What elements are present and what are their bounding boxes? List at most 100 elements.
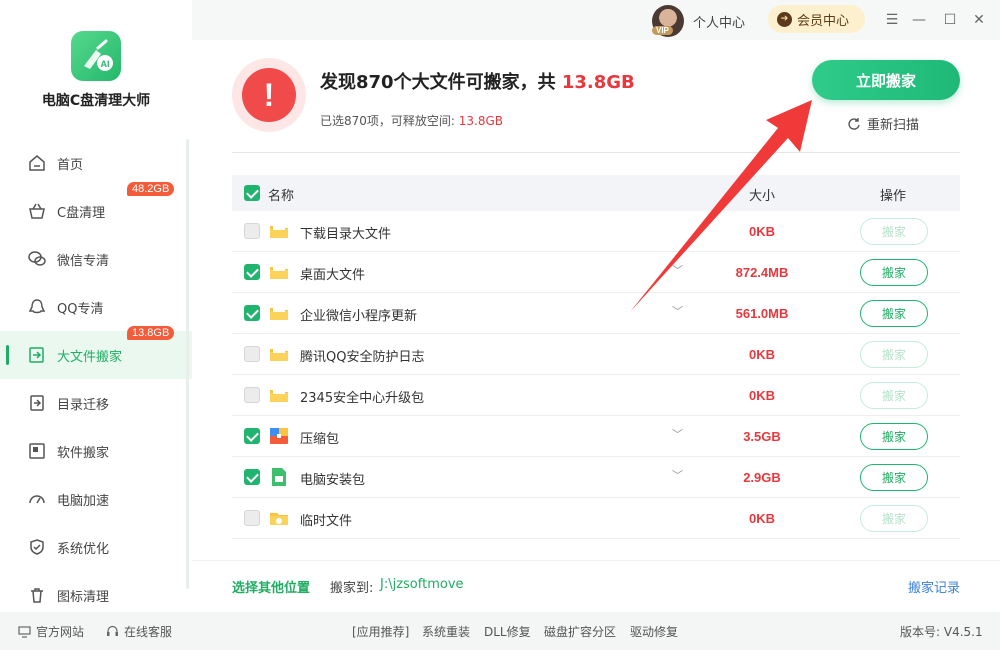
online-support-link[interactable]: 在线客服 [106,623,172,640]
row-move-button[interactable]: 搬家 [860,382,928,409]
table-row: 临时文件 0KB 搬家 [232,498,960,539]
row-move-button[interactable]: 搬家 [860,341,928,368]
arrow-right-icon: ➔ [777,11,792,27]
member-center-label: 会员中心 [797,13,850,29]
table-row: 企业微信小程序更新 ﹀ 561.0MB 搬家 [232,293,960,334]
row-move-button[interactable]: 搬家 [860,423,928,450]
choose-location-link[interactable]: 选择其他位置 [232,577,310,596]
folder-migrate-icon [26,392,48,414]
temp-folder-icon [268,507,290,529]
destination-path[interactable]: J:\jzsoftmove [380,577,464,592]
sidebar-item-label: 软件搬家 [57,445,110,461]
minimize-icon[interactable]: — [909,10,929,30]
sidebar-item-c-clean[interactable]: C盘清理 48.2GB [0,182,192,235]
software-move-icon [26,440,48,462]
row-name: 2345安全中心升级包 [300,391,425,406]
member-center-button[interactable]: ➔ 会员中心 [768,5,865,33]
sidebar-item-speedup[interactable]: 电脑加速 [0,475,192,523]
driver-repair-link[interactable]: 驱动修复 [630,623,678,640]
disk-expand-link[interactable]: 磁盘扩容分区 [544,623,616,640]
row-name: 企业微信小程序更新 [300,309,418,324]
row-checkbox[interactable] [244,510,260,526]
sidebar-item-software-move[interactable]: 软件搬家 [0,427,192,475]
support-label: 在线客服 [124,625,173,639]
maximize-icon[interactable]: ☐ [940,10,960,30]
row-name: 临时文件 [300,514,353,529]
row-checkbox[interactable] [244,264,260,280]
sidebar-item-label: 电脑加速 [57,493,110,509]
main-panel: ! 发现870个大文件可搬家，共 13.8GB 已选870项，可释放空间: 13… [192,40,1000,612]
summary-headline: 发现870个大文件可搬家，共 13.8GB [320,68,635,94]
move-record-link[interactable]: 搬家记录 [908,577,960,596]
qq-icon [26,296,48,318]
row-size: 3.5GB [743,429,781,444]
row-move-button[interactable]: 搬家 [860,505,928,532]
row-name: 压缩包 [300,432,340,447]
sidebar-item-home[interactable]: 首页 [0,139,192,187]
headline-size: 13.8GB [561,72,635,93]
folder-icon [268,302,290,324]
folder-icon [268,343,290,365]
header-op: 操作 [880,189,907,204]
exclamation-icon: ! [242,68,296,122]
sidebar-item-label: 系统优化 [57,541,110,557]
sidebar-item-label: 微信专清 [57,253,110,269]
destination-label: 搬家到: [330,581,374,596]
row-move-button[interactable]: 搬家 [860,259,928,286]
rescan-button[interactable]: 重新扫描 [847,114,919,133]
close-icon[interactable]: ✕ [969,10,989,30]
app-recommend-link[interactable]: [应用推荐] [352,623,409,640]
trash-icon [26,584,48,606]
sidebar-item-large-file-move[interactable]: 大文件搬家 13.8GB [0,326,192,379]
row-size: 561.0MB [735,306,789,321]
vip-tag: VIP [652,26,673,35]
row-move-button[interactable]: 搬家 [860,464,928,491]
sidebar-item-label: 大文件搬家 [57,349,123,365]
sidebar-nav: 首页 C盘清理 48.2GB 微信专清 QQ专清 大文件搬家 13.8GB 目录… [0,139,192,619]
reinstall-link[interactable]: 系统重装 [422,623,470,640]
file-move-icon [26,344,48,366]
table-row: 下载目录大文件 0KB 搬家 [232,211,960,252]
file-table: 名称 大小 操作 下载目录大文件 0KB 搬家 桌面大文件 ﹀ 872.4MB 搬家 企业微信… [232,175,960,539]
row-move-button[interactable]: 搬家 [860,218,928,245]
chevron-down-icon[interactable]: ﹀ [672,262,683,278]
select-all-checkbox[interactable] [244,185,260,201]
table-row: 腾讯QQ安全防护日志 0KB 搬家 [232,334,960,375]
row-checkbox[interactable] [244,223,260,239]
installer-icon [268,466,290,488]
header-size: 大小 [749,189,776,204]
chevron-down-icon[interactable]: ﹀ [672,467,683,483]
sidebar-item-dir-migrate[interactable]: 目录迁移 [0,379,192,427]
row-checkbox[interactable] [244,387,260,403]
personal-center-link[interactable]: 个人中心 [693,12,745,31]
top-bar: VIP 个人中心 ➔ 会员中心 ☰ — ☐ ✕ [192,0,1000,40]
dll-repair-link[interactable]: DLL修复 [484,623,531,640]
row-size: 2.9GB [743,470,781,485]
row-name: 电脑安装包 [300,473,366,488]
header-name: 名称 [268,189,295,204]
sidebar-scrollbar[interactable] [186,139,189,589]
svg-text:AI: AI [101,59,110,69]
row-checkbox[interactable] [244,305,260,321]
table-row: 2345安全中心升级包 0KB 搬家 [232,375,960,416]
rescan-label: 重新扫描 [867,118,920,133]
row-size: 0KB [748,347,775,362]
broom-ai-icon: AI [84,39,113,71]
sidebar-item-qq[interactable]: QQ专清 [0,283,192,331]
row-checkbox[interactable] [244,346,260,362]
subline-text: 已选870项，可释放空间: [320,114,455,128]
chevron-down-icon[interactable]: ﹀ [672,303,683,319]
table-row: 电脑安装包 ﹀ 2.9GB 搬家 [232,457,960,498]
menu-icon[interactable]: ☰ [882,10,902,30]
row-move-button[interactable]: 搬家 [860,300,928,327]
sidebar-item-wechat[interactable]: 微信专清 [0,235,192,283]
sidebar-item-sys-optimize[interactable]: 系统优化 [0,523,192,571]
row-checkbox[interactable] [244,469,260,485]
chevron-down-icon[interactable]: ﹀ [672,426,683,442]
home-icon [26,152,48,174]
move-now-button[interactable]: 立即搬家 [812,60,960,100]
row-checkbox[interactable] [244,428,260,444]
official-website-link[interactable]: 官方网站 [18,623,84,640]
table-row: 桌面大文件 ﹀ 872.4MB 搬家 [232,252,960,293]
folder-icon [268,384,290,406]
